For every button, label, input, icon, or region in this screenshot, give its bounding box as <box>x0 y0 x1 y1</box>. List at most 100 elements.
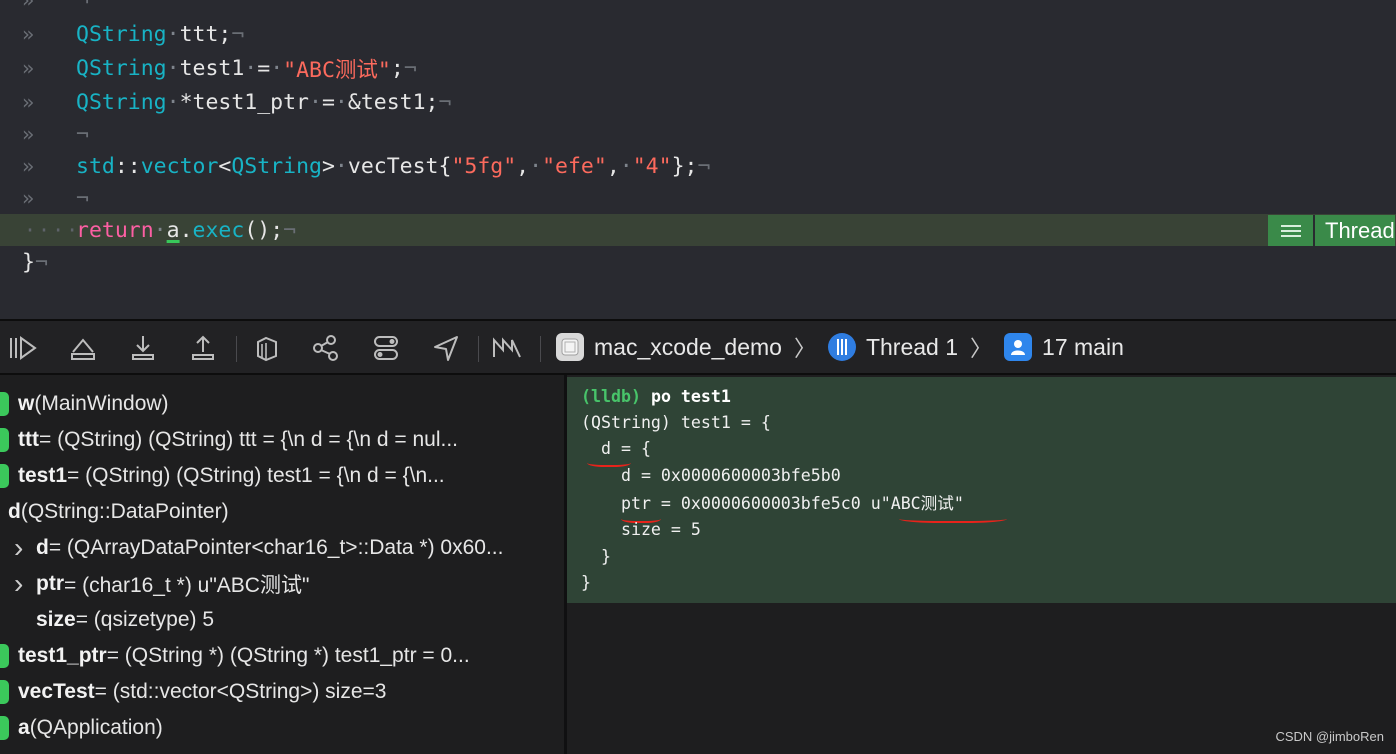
current-line[interactable]: ···· return · a. exec (); ¬ <box>0 214 1396 246</box>
breadcrumb-thread[interactable]: Thread 1 <box>827 333 958 361</box>
disclosure-chevron-icon[interactable]: › <box>14 532 30 564</box>
line-indent: » <box>22 90 35 114</box>
code-token: ¬ <box>231 21 245 47</box>
continue-icon[interactable] <box>6 331 40 365</box>
variable-name: d <box>36 536 49 559</box>
local-variable-badge <box>0 716 9 740</box>
step-out-icon[interactable] <box>186 331 220 365</box>
thread-indicator[interactable]: Thread 1 <box>1268 215 1395 246</box>
code-token: return <box>76 217 154 243</box>
code-token: = <box>257 55 271 81</box>
variable-name: d <box>8 500 21 523</box>
variable-value: = (char16_t *) u"ABC测试" <box>64 574 310 597</box>
environment-overrides-icon[interactable] <box>369 331 403 365</box>
variable-name: ttt <box>18 428 39 451</box>
code-token: · <box>166 21 180 47</box>
code-token: ; <box>390 55 404 81</box>
frames-icon[interactable] <box>490 331 524 365</box>
code-line[interactable]: » ¬ <box>0 182 1396 214</box>
code-token: · <box>334 89 348 115</box>
code-line[interactable]: » QString · ttt; ¬ <box>0 18 1396 50</box>
debug-toolbar: mac_xcode_demo 〉 Thread 1 〉 17 main <box>0 319 1396 375</box>
console-output[interactable]: (lldb) po test1 (QString) test1 = { d = … <box>567 377 1396 603</box>
variables-view[interactable]: w (MainWindow) ttt = (QString) (QString) … <box>0 375 564 754</box>
breadcrumb-target[interactable]: mac_xcode_demo <box>556 333 782 361</box>
line-indent: » <box>22 154 35 178</box>
local-variable-badge <box>0 680 9 704</box>
app-icon <box>556 333 584 361</box>
local-variable-badge <box>0 644 9 668</box>
variable-row[interactable]: w (MainWindow) <box>0 386 564 422</box>
code-token: QString <box>231 153 322 179</box>
variable-value: = (QString *) (QString *) test1_ptr = 0.… <box>106 644 470 667</box>
variable-name: ptr <box>36 572 64 595</box>
variable-value: = (QString) (QString) test1 = {\n d = {\… <box>67 464 445 487</box>
thread-badge-label[interactable]: Thread 1 <box>1315 215 1395 246</box>
variable-name: a <box>18 716 30 739</box>
code-line[interactable]: » ¬ <box>0 0 1396 16</box>
thread-icon <box>827 333 856 361</box>
line-indent: » <box>22 186 35 210</box>
console-output-line: d = 0x0000600003bfe5b0 <box>581 466 841 486</box>
code-line[interactable]: » std:: vector < QString > · vecTest{"5fg", · "ef… <box>0 150 1396 182</box>
variable-value: = (QString) (QString) ttt = {\n d = {\n … <box>38 428 459 451</box>
line-indent: » <box>22 56 35 80</box>
variable-value: (QApplication) <box>29 716 163 739</box>
code-token: · <box>166 55 180 81</box>
code-token: · <box>619 153 633 179</box>
code-token: &test1; <box>347 89 439 115</box>
variable-value: (MainWindow) <box>34 392 169 415</box>
variable-row[interactable]: › ptr = (char16_t *) u"ABC测试" <box>0 566 564 602</box>
variable-row[interactable]: vecTest = (std::vector<QString>) size=3 <box>0 674 564 710</box>
variable-row[interactable]: d (QString::DataPointer) <box>0 494 564 530</box>
variable-row[interactable]: test1 = (QString) (QString) test1 = {\n … <box>0 458 564 494</box>
variable-row[interactable]: ttt = (QString) (QString) ttt = {\n d = … <box>0 422 564 458</box>
disclosure-chevron-icon[interactable]: › <box>14 568 30 600</box>
line-indent: ···· <box>24 218 81 242</box>
code-token: ttt; <box>179 21 232 47</box>
code-token: ¬ <box>697 153 711 179</box>
code-token: ¬ <box>438 89 452 115</box>
variable-row[interactable]: test1_ptr = (QString *) (QString *) test… <box>0 638 564 674</box>
code-token: · <box>153 217 167 243</box>
line-indent: » <box>22 122 35 146</box>
code-token: ¬ <box>34 249 48 275</box>
source-editor[interactable]: » ¬» QString · ttt; ¬» QString · test1 · = · "ABC测试"… <box>0 0 1396 319</box>
variable-name: vecTest <box>18 680 95 703</box>
code-token: = <box>321 89 335 115</box>
code-token: · <box>309 89 322 115</box>
debug-console[interactable]: (lldb) po test1 (QString) test1 = { d = … <box>567 375 1396 754</box>
code-line[interactable]: » QString · *test1_ptr · = · &test1; ¬ <box>0 86 1396 118</box>
code-token: · <box>270 55 284 81</box>
view-hierarchy-icon[interactable] <box>249 331 283 365</box>
line-indent: » <box>22 0 35 12</box>
breadcrumb: mac_xcode_demo 〉 Thread 1 〉 17 main <box>556 321 1124 373</box>
code-token: ¬ <box>76 0 89 13</box>
variable-row[interactable]: a (QApplication) <box>0 710 564 746</box>
step-into-icon[interactable] <box>126 331 160 365</box>
chevron-right-icon: 〉 <box>970 336 993 361</box>
step-over-icon[interactable] <box>66 331 100 365</box>
memory-graph-icon[interactable] <box>309 331 343 365</box>
thread-menu-icon[interactable] <box>1268 215 1315 246</box>
code-line[interactable]: » QString · test1 · = · "ABC测试"; ¬ <box>0 52 1396 84</box>
code-token: < <box>218 153 232 179</box>
variable-row[interactable]: size = (qsizetype) 5 <box>0 602 564 638</box>
lldb-prompt: (lldb) <box>581 386 641 406</box>
variable-value: = (std::vector<QString>) size=3 <box>94 680 387 703</box>
variable-value: = (qsizetype) 5 <box>75 608 215 631</box>
variable-value: (QString::DataPointer) <box>20 500 229 523</box>
code-token: · <box>244 55 258 81</box>
variable-row[interactable]: › d = (QArrayDataPointer<char16_t>::Data … <box>0 530 564 566</box>
code-line[interactable]: } ¬ <box>0 246 1396 278</box>
code-token: , <box>606 153 620 179</box>
simulate-location-icon[interactable] <box>429 331 463 365</box>
chevron-right-icon: 〉 <box>793 336 816 361</box>
code-token: }; <box>671 153 698 179</box>
code-token: QString <box>76 21 167 47</box>
breadcrumb-frame[interactable]: 17 main <box>1004 333 1124 361</box>
local-variable-badge <box>0 392 9 416</box>
code-line[interactable]: » ¬ <box>0 118 1396 150</box>
code-token: QString <box>76 55 167 81</box>
code-token: (); <box>244 217 284 243</box>
